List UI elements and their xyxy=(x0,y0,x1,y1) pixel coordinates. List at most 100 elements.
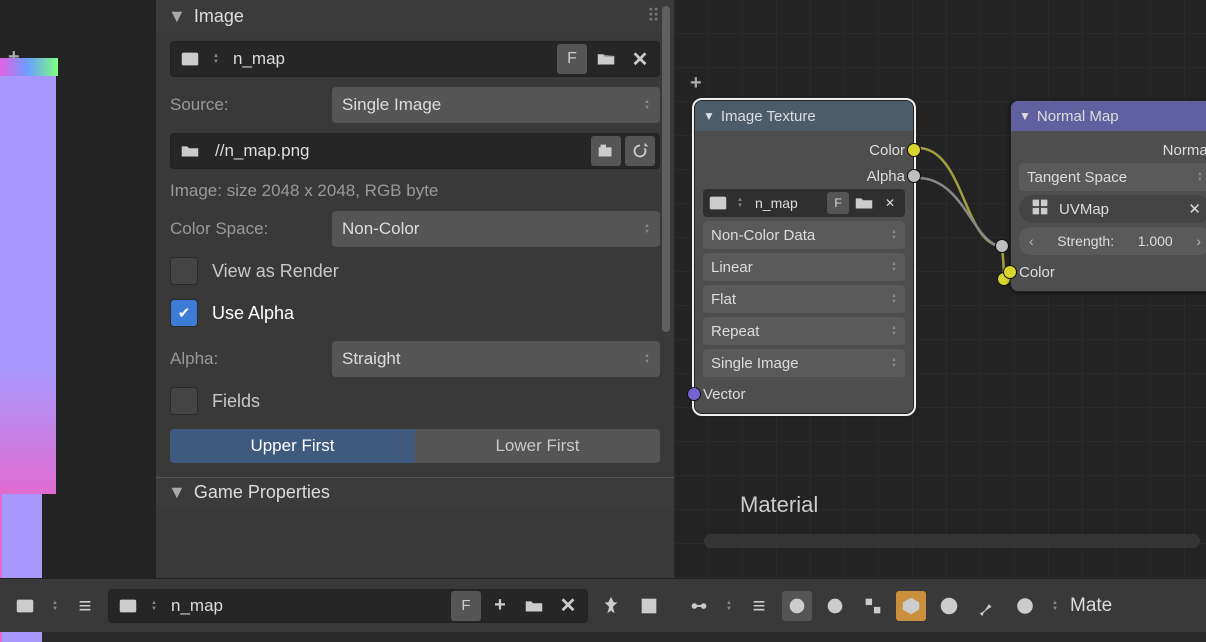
chevron-updown-icon xyxy=(640,215,654,243)
grip-icon[interactable]: ⠿ xyxy=(647,6,662,27)
filepath-field[interactable] xyxy=(209,141,587,161)
lower-first-button[interactable]: Lower First xyxy=(415,429,660,463)
file-browse-button[interactable] xyxy=(591,136,621,166)
fake-user-button[interactable]: F xyxy=(451,591,481,621)
node-title: Image Texture xyxy=(721,108,816,125)
field-order-toggle[interactable]: Upper First Lower First xyxy=(170,429,660,463)
node-header[interactable]: ▼ Normal Map xyxy=(1011,101,1206,131)
colorspace-label: Color Space: xyxy=(170,219,320,239)
editor-type-icon[interactable] xyxy=(10,591,40,621)
panel-scrollbar[interactable] xyxy=(662,6,670,332)
reload-button[interactable] xyxy=(625,136,655,166)
collapse-triangle-icon[interactable]: ▼ xyxy=(703,109,715,123)
node-image-texture[interactable]: ▼ Image Texture Color Alpha n_map F ✕ No… xyxy=(694,100,914,414)
alpha-label: Alpha: xyxy=(170,349,320,369)
editor-type-dropdown[interactable] xyxy=(48,592,62,620)
space-select[interactable]: Tangent Space xyxy=(1019,163,1206,191)
open-image-icon[interactable] xyxy=(519,591,549,621)
strength-value: 1.000 xyxy=(1138,233,1173,249)
strength-label: Strength: xyxy=(1057,233,1114,249)
material-name-header[interactable]: Mate xyxy=(1070,595,1112,617)
shader-type-object-icon[interactable] xyxy=(782,591,812,621)
properties-sidebar: ▼ Image ⠿ F ✕ Source: Single Image xyxy=(156,0,674,578)
node-title: Normal Map xyxy=(1037,108,1119,125)
color-space-select[interactable]: Non-Color Data xyxy=(703,221,905,249)
open-image-icon[interactable] xyxy=(853,192,875,214)
filepath-row xyxy=(170,133,660,169)
image-name-header[interactable] xyxy=(165,596,447,616)
panel-title: Game Properties xyxy=(194,482,330,503)
projection-select[interactable]: Flat xyxy=(703,285,905,313)
strength-slider[interactable]: ‹ Strength: 1.000 › xyxy=(1019,227,1206,255)
image-name-field[interactable] xyxy=(227,49,553,69)
fields-checkbox[interactable] xyxy=(170,387,198,415)
input-socket-color[interactable] xyxy=(1003,265,1017,279)
extension-select[interactable]: Repeat xyxy=(703,317,905,345)
node-normal-map[interactable]: ▼ Normal Map Normal Tangent Space UVMap … xyxy=(1010,100,1206,292)
output-socket-alpha[interactable] xyxy=(907,169,921,183)
view-as-render-checkbox[interactable] xyxy=(170,257,198,285)
node-editor-header: ≡ Mate xyxy=(674,578,1206,632)
image-icon[interactable] xyxy=(113,591,143,621)
menu-icon[interactable]: ≡ xyxy=(70,591,100,621)
colorspace-value: Non-Color xyxy=(342,219,419,239)
node-header[interactable]: ▼ Image Texture xyxy=(695,101,913,131)
clear-icon[interactable]: ✕ xyxy=(1188,200,1201,218)
more-icon[interactable] xyxy=(634,591,664,621)
pin-icon[interactable] xyxy=(596,591,626,621)
image-icon[interactable] xyxy=(707,192,729,214)
material-dropdown[interactable] xyxy=(1048,592,1062,620)
fake-user-button[interactable]: F xyxy=(557,44,587,74)
use-nodes-icon[interactable] xyxy=(896,591,926,621)
image-datablock-header: F + ✕ xyxy=(108,589,588,623)
upper-first-button[interactable]: Upper First xyxy=(170,429,415,463)
browse-dropdown[interactable] xyxy=(147,592,161,620)
unlink-image-button[interactable]: ✕ xyxy=(625,44,655,74)
interpolation-select[interactable]: Linear xyxy=(703,253,905,281)
alpha-select[interactable]: Straight xyxy=(332,341,660,377)
material-slot-icon[interactable] xyxy=(1010,591,1040,621)
panel-header-game-properties[interactable]: ▼ Game Properties xyxy=(156,477,674,507)
source-select[interactable]: Single Image xyxy=(332,87,660,123)
world-icon[interactable] xyxy=(934,591,964,621)
source-select[interactable]: Single Image xyxy=(703,349,905,377)
output-socket-color[interactable] xyxy=(907,143,921,157)
uv-image-preview-area: + xyxy=(0,0,156,578)
node-editor[interactable]: + ▼ Image Texture Color Alpha n_map F ✕ … xyxy=(674,0,1206,578)
unlink-image-icon[interactable]: ✕ xyxy=(553,591,583,621)
colorspace-select[interactable]: Non-Color xyxy=(332,211,660,247)
socket-label: Color xyxy=(1019,264,1055,281)
socket-label: Alpha xyxy=(867,168,905,185)
source-value: Single Image xyxy=(342,95,441,115)
input-socket-vector[interactable] xyxy=(687,387,701,401)
menu-icon[interactable]: ≡ xyxy=(744,591,774,621)
editor-type-icon[interactable] xyxy=(684,591,714,621)
view-as-render-label: View as Render xyxy=(212,261,339,282)
image-datablock: F ✕ xyxy=(170,41,660,77)
folder-icon xyxy=(175,136,205,166)
fake-user-button[interactable]: F xyxy=(827,192,849,214)
panel-header-image[interactable]: ▼ Image ⠿ xyxy=(156,0,674,33)
use-alpha-checkbox[interactable] xyxy=(170,299,198,327)
browse-image-dropdown[interactable] xyxy=(209,45,223,73)
panel-title: Image xyxy=(194,6,244,27)
shader-type-linestyle-icon[interactable] xyxy=(858,591,888,621)
open-image-icon[interactable] xyxy=(591,44,621,74)
shader-type-world-icon[interactable] xyxy=(820,591,850,621)
reroute-node[interactable] xyxy=(995,239,1009,253)
image-type-icon[interactable] xyxy=(175,44,205,74)
uvmap-field[interactable]: UVMap ✕ xyxy=(1019,195,1206,223)
node-image-name[interactable]: n_map xyxy=(751,195,823,211)
browse-dropdown[interactable] xyxy=(733,189,747,217)
socket-label: Vector xyxy=(703,386,746,403)
use-alpha-label: Use Alpha xyxy=(212,303,294,324)
editor-type-dropdown[interactable] xyxy=(722,592,736,620)
new-image-icon[interactable]: + xyxy=(485,591,515,621)
brush-icon[interactable] xyxy=(972,591,1002,621)
image-editor-header: ≡ F + ✕ xyxy=(0,578,674,632)
expand-toolbar-icon[interactable]: + xyxy=(690,72,702,95)
collapse-triangle-icon[interactable]: ▼ xyxy=(1019,109,1031,123)
unlink-icon[interactable]: ✕ xyxy=(879,192,901,214)
horizontal-scrollbar[interactable] xyxy=(704,534,1200,548)
chevron-updown-icon xyxy=(640,345,654,373)
